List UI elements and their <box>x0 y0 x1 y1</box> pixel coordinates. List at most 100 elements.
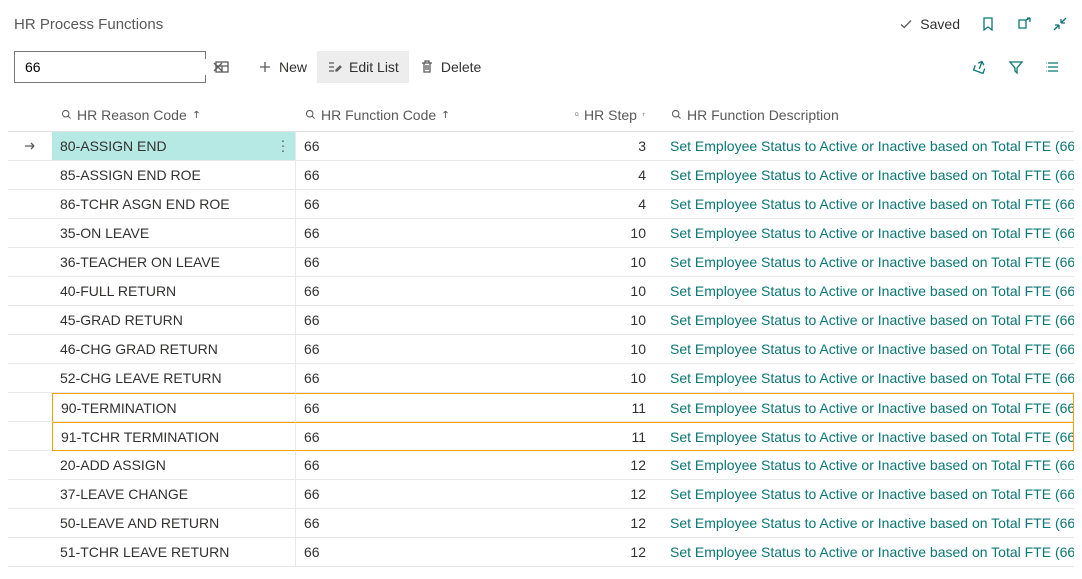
cell-reason-code[interactable]: 45-GRAD RETURN <box>52 306 296 335</box>
row-more-button[interactable]: ⋮ <box>276 138 291 155</box>
description-link[interactable]: Set Employee Status to Active or Inactiv… <box>670 283 1074 299</box>
cell-reason-code[interactable]: 91-TCHR TERMINATION <box>52 422 296 451</box>
bookmark-button[interactable] <box>980 16 996 32</box>
open-new-button[interactable] <box>1016 16 1032 32</box>
row-selector[interactable] <box>8 509 52 538</box>
row-selector[interactable] <box>8 219 52 248</box>
cell-reason-code[interactable]: 52-CHG LEAVE RETURN <box>52 364 296 393</box>
cell-function-code[interactable]: 66 <box>296 190 574 219</box>
cell-function-code[interactable]: 66 <box>296 538 574 567</box>
description-link[interactable]: Set Employee Status to Active or Inactiv… <box>670 225 1074 241</box>
row-selector[interactable] <box>8 335 52 364</box>
cell-step[interactable]: 4 <box>574 161 654 190</box>
description-link[interactable]: Set Employee Status to Active or Inactiv… <box>670 486 1074 502</box>
cell-reason-code[interactable]: 37-LEAVE CHANGE <box>52 480 296 509</box>
description-link[interactable]: Set Employee Status to Active or Inactiv… <box>670 429 1074 445</box>
table-row[interactable]: 37-LEAVE CHANGE6612 Set Employee Status t… <box>8 480 1074 509</box>
table-row[interactable]: 45-GRAD RETURN6610 Set Employee Status to… <box>8 306 1074 335</box>
cell-step[interactable]: 12 <box>574 480 654 509</box>
cell-step[interactable]: 11 <box>574 422 654 451</box>
cell-step[interactable]: 12 <box>574 538 654 567</box>
table-row[interactable]: 85-ASSIGN END ROE664 Set Employee Status … <box>8 161 1074 190</box>
cell-reason-code[interactable]: 80-ASSIGN END⋮ <box>52 132 296 161</box>
cell-step[interactable]: 11 <box>574 393 654 422</box>
row-selector[interactable] <box>8 393 52 422</box>
table-row[interactable]: 90-TERMINATION6611 Set Employee Status to… <box>8 393 1074 422</box>
view-options-button[interactable] <box>206 51 238 83</box>
column-header-function-code[interactable]: HR Function Code <box>304 107 574 123</box>
cell-step[interactable]: 10 <box>574 364 654 393</box>
filter-button[interactable] <box>1008 59 1024 75</box>
description-link[interactable]: Set Employee Status to Active or Inactiv… <box>670 400 1074 416</box>
cell-function-code[interactable]: 66 <box>296 509 574 538</box>
row-selector[interactable] <box>8 480 52 509</box>
list-menu-button[interactable] <box>1044 59 1060 75</box>
cell-step[interactable]: 12 <box>574 451 654 480</box>
table-row[interactable]: 86-TCHR ASGN END ROE664Set Employee Stat… <box>8 190 1074 219</box>
row-selector[interactable] <box>8 248 52 277</box>
description-link[interactable]: Set Employee Status to Active or Inactiv… <box>670 370 1074 386</box>
table-row[interactable]: 52-CHG LEAVE RETURN6610 Set Employee Stat… <box>8 364 1074 393</box>
cell-function-code[interactable]: 66 <box>296 393 574 422</box>
cell-reason-code[interactable]: 35-ON LEAVE <box>52 219 296 248</box>
cell-reason-code[interactable]: 51-TCHR LEAVE RETURN <box>52 538 296 567</box>
table-row[interactable]: 35-ON LEAVE6610 Set Employee Status to Ac… <box>8 219 1074 248</box>
description-link[interactable]: Set Employee Status to Active or Inactiv… <box>670 167 1074 183</box>
search-box[interactable] <box>14 51 206 83</box>
cell-reason-code[interactable]: 86-TCHR ASGN END ROE <box>52 190 296 219</box>
cell-reason-code[interactable]: 85-ASSIGN END ROE <box>52 161 296 190</box>
column-header-description[interactable]: HR Function Description <box>670 107 1066 123</box>
cell-reason-code[interactable]: 90-TERMINATION <box>52 393 296 422</box>
row-selector[interactable] <box>8 190 52 219</box>
cell-reason-code[interactable]: 40-FULL RETURN <box>52 277 296 306</box>
description-link[interactable]: Set Employee Status to Active or Inactiv… <box>670 341 1074 357</box>
cell-step[interactable]: 10 <box>574 306 654 335</box>
table-row[interactable]: 46-CHG GRAD RETURN6610 Set Employee Statu… <box>8 335 1074 364</box>
row-selector[interactable] <box>8 161 52 190</box>
row-selector[interactable] <box>8 538 52 567</box>
delete-button[interactable]: Delete <box>409 51 491 83</box>
row-selector[interactable] <box>8 422 52 451</box>
cell-reason-code[interactable]: 50-LEAVE AND RETURN <box>52 509 296 538</box>
column-header-reason[interactable]: HR Reason Code <box>60 107 296 123</box>
column-header-step[interactable]: HR Step <box>574 107 646 123</box>
collapse-button[interactable] <box>1052 16 1068 32</box>
cell-function-code[interactable]: 66 <box>296 306 574 335</box>
cell-function-code[interactable]: 66 <box>296 422 574 451</box>
cell-step[interactable]: 10 <box>574 219 654 248</box>
cell-function-code[interactable]: 66 <box>296 219 574 248</box>
cell-function-code[interactable]: 66 <box>296 480 574 509</box>
cell-step[interactable]: 10 <box>574 277 654 306</box>
table-row[interactable]: 91-TCHR TERMINATION6611 Set Employee Stat… <box>8 422 1074 451</box>
row-selector[interactable] <box>8 364 52 393</box>
cell-function-code[interactable]: 66 <box>296 161 574 190</box>
cell-reason-code[interactable]: 20-ADD ASSIGN <box>52 451 296 480</box>
cell-function-code[interactable]: 66 <box>296 335 574 364</box>
cell-step[interactable]: 3 <box>574 132 654 161</box>
cell-function-code[interactable]: 66 <box>296 364 574 393</box>
cell-reason-code[interactable]: 46-CHG GRAD RETURN <box>52 335 296 364</box>
description-link[interactable]: Set Employee Status to Active or Inactiv… <box>670 515 1074 531</box>
cell-step[interactable]: 10 <box>574 248 654 277</box>
table-row[interactable]: 40-FULL RETURN6610 Set Employee Status to… <box>8 277 1074 306</box>
table-row[interactable]: 20-ADD ASSIGN6612 Set Employee Status to … <box>8 451 1074 480</box>
cell-function-code[interactable]: 66 <box>296 248 574 277</box>
description-link[interactable]: Set Employee Status to Active or Inactiv… <box>670 457 1074 473</box>
cell-step[interactable]: 12 <box>574 509 654 538</box>
description-link[interactable]: Set Employee Status to Active or Inactiv… <box>670 544 1074 560</box>
cell-step[interactable]: 10 <box>574 335 654 364</box>
new-button[interactable]: New <box>247 51 317 83</box>
description-link[interactable]: Set Employee Status to Active or Inactiv… <box>670 196 1074 212</box>
description-link[interactable]: Set Employee Status to Active or Inactiv… <box>670 312 1074 328</box>
search-input[interactable] <box>21 59 210 75</box>
table-row[interactable]: 80-ASSIGN END⋮663Set Employee Status to … <box>8 132 1074 161</box>
table-row[interactable]: 50-LEAVE AND RETURN6612 Set Employee Stat… <box>8 509 1074 538</box>
cell-function-code[interactable]: 66 <box>296 451 574 480</box>
description-link[interactable]: Set Employee Status to Active or Inactiv… <box>670 138 1074 154</box>
cell-function-code[interactable]: 66 <box>296 277 574 306</box>
description-link[interactable]: Set Employee Status to Active or Inactiv… <box>670 254 1074 270</box>
row-selector[interactable] <box>8 132 52 161</box>
row-selector[interactable] <box>8 306 52 335</box>
row-selector[interactable] <box>8 277 52 306</box>
row-selector[interactable] <box>8 451 52 480</box>
